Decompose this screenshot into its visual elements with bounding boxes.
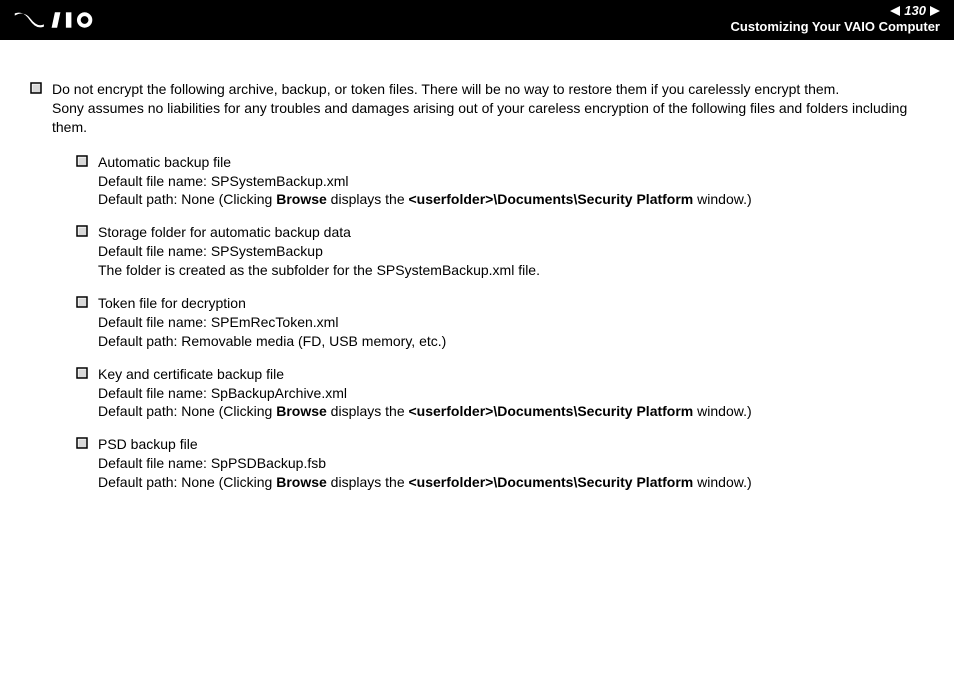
- item-text: Token file for decryption Default file n…: [98, 294, 924, 351]
- list-item: Key and certificate backup file Default …: [76, 365, 924, 422]
- prev-page-icon[interactable]: [890, 6, 900, 16]
- vaio-logo: [12, 9, 122, 31]
- square-bullet-icon: [76, 367, 88, 379]
- item-filename: Default file name: SpPSDBackup.fsb: [98, 454, 924, 473]
- item-path: Default path: None (Clicking Browse disp…: [98, 402, 924, 421]
- list-item: Storage folder for automatic backup data…: [76, 223, 924, 280]
- header-right: 130 Customizing Your VAIO Computer: [731, 3, 940, 34]
- section-title: Customizing Your VAIO Computer: [731, 19, 940, 34]
- page-content: Do not encrypt the following archive, ba…: [0, 40, 954, 544]
- square-bullet-icon: [76, 296, 88, 308]
- square-bullet-icon: [30, 82, 42, 94]
- square-bullet-icon: [76, 437, 88, 449]
- next-page-icon[interactable]: [930, 6, 940, 16]
- item-text: Automatic backup file Default file name:…: [98, 153, 924, 210]
- item-filename: Default file name: SPSystemBackup.xml: [98, 172, 924, 191]
- item-title: Automatic backup file: [98, 153, 924, 172]
- item-title: Storage folder for automatic backup data: [98, 223, 924, 242]
- main-list-item: Do not encrypt the following archive, ba…: [30, 80, 924, 506]
- intro-line-2: Sony assumes no liabilities for any trou…: [52, 100, 907, 135]
- list-item: Token file for decryption Default file n…: [76, 294, 924, 351]
- inner-list: Automatic backup file Default file name:…: [76, 153, 924, 492]
- item-path: The folder is created as the subfolder f…: [98, 261, 924, 280]
- item-text: Key and certificate backup file Default …: [98, 365, 924, 422]
- item-title: Token file for decryption: [98, 294, 924, 313]
- square-bullet-icon: [76, 225, 88, 237]
- item-path: Default path: None (Clicking Browse disp…: [98, 473, 924, 492]
- item-title: Key and certificate backup file: [98, 365, 924, 384]
- item-filename: Default file name: SPSystemBackup: [98, 242, 924, 261]
- item-filename: Default file name: SPEmRecToken.xml: [98, 313, 924, 332]
- square-bullet-icon: [76, 155, 88, 167]
- list-item: Automatic backup file Default file name:…: [76, 153, 924, 210]
- page-header: 130 Customizing Your VAIO Computer: [0, 0, 954, 40]
- list-item: PSD backup file Default file name: SpPSD…: [76, 435, 924, 492]
- item-path: Default path: None (Clicking Browse disp…: [98, 190, 924, 209]
- item-text: Storage folder for automatic backup data…: [98, 223, 924, 280]
- item-title: PSD backup file: [98, 435, 924, 454]
- item-text: PSD backup file Default file name: SpPSD…: [98, 435, 924, 492]
- page-number: 130: [904, 3, 926, 18]
- page-navigation: 130: [731, 3, 940, 18]
- main-text: Do not encrypt the following archive, ba…: [52, 80, 924, 506]
- item-filename: Default file name: SpBackupArchive.xml: [98, 384, 924, 403]
- intro-line-1: Do not encrypt the following archive, ba…: [52, 81, 839, 97]
- item-path: Default path: Removable media (FD, USB m…: [98, 332, 924, 351]
